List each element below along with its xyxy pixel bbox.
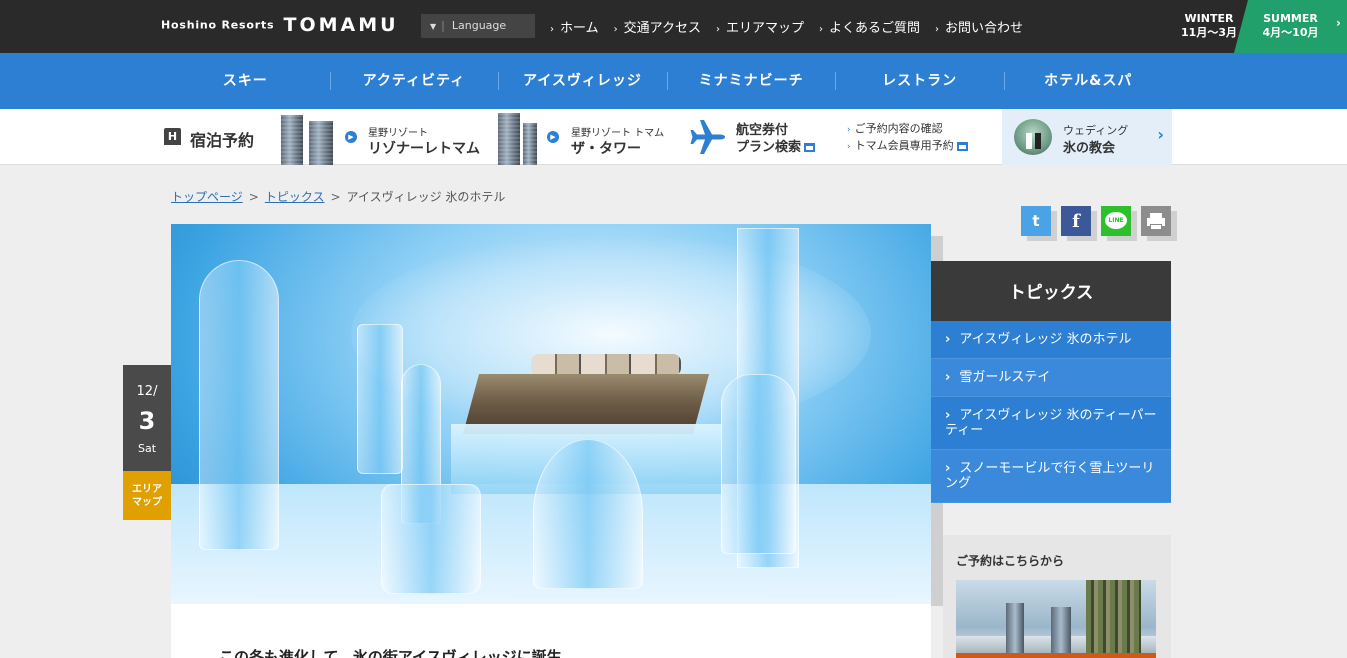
new-window-icon xyxy=(804,143,816,152)
risonare-tower-image xyxy=(281,115,303,165)
topic-item-ice-hotel[interactable]: › アイスヴィレッジ 氷のホテル xyxy=(931,321,1171,359)
reservation-links: › ご予約内容の確認 › トマム会員専用予約 xyxy=(847,121,968,155)
breadcrumb: トップページ > トピックス > アイスヴィレッジ 氷のホテル xyxy=(171,190,506,204)
wedding-title: 氷の教会 xyxy=(1063,141,1116,156)
main-nav-ski[interactable]: スキー xyxy=(161,53,330,109)
logo-name: TOMAMU xyxy=(283,14,399,36)
main-nav-ice-village[interactable]: アイスヴィレッジ xyxy=(498,53,667,109)
date-tag: 12/ 3 Sat xyxy=(123,365,171,471)
season-summer-months: 4月〜10月 xyxy=(1262,26,1319,39)
chevron-right-icon: › xyxy=(1336,16,1341,30)
main-nav-restaurant[interactable]: レストラン xyxy=(835,53,1004,109)
topic-item-ice-tea-party[interactable]: › アイスヴィレッジ 氷のティーパーティー xyxy=(931,397,1171,450)
twitter-share-button[interactable]: t xyxy=(1021,206,1051,236)
arrow-right-icon: › xyxy=(847,125,851,135)
chevron-right-icon: › xyxy=(945,408,951,423)
airplane-icon xyxy=(690,120,725,154)
facebook-share-button[interactable]: f xyxy=(1061,206,1091,236)
article-body: この冬も進化して、氷の街アイスヴィレッジに誕生 xyxy=(171,604,931,658)
chevron-right-icon: › xyxy=(945,332,951,347)
topic-item-snow-girl[interactable]: › 雪ガールステイ xyxy=(931,359,1171,397)
main-nav-hotel-spa[interactable]: ホテル&スパ xyxy=(1003,53,1173,109)
new-window-icon xyxy=(956,141,968,151)
date-month: 12/ xyxy=(136,384,158,399)
logo-brand: Hoshino Resorts xyxy=(161,18,275,32)
breadcrumb-topics[interactable]: トピックス xyxy=(265,190,325,204)
chevron-right-icon: › xyxy=(1157,125,1164,144)
arrow-circle-icon: ▶ xyxy=(345,131,357,143)
language-select[interactable]: ▼ | Language xyxy=(421,14,535,38)
wedding-label: ウェディング xyxy=(1063,124,1129,137)
main-nav-minami-beach[interactable]: ミナミナビーチ xyxy=(666,53,836,109)
the-tower-image-2 xyxy=(523,123,537,165)
topic-item-snowmobile[interactable]: › スノーモービルで行く雪上ツーリング xyxy=(931,450,1171,503)
breadcrumb-home[interactable]: トップページ xyxy=(171,190,243,204)
article-title: この冬も進化して、氷の街アイスヴィレッジに誕生 xyxy=(219,648,562,658)
arrow-right-icon: › xyxy=(935,24,940,35)
booking-bar: H 宿泊予約 ▶ 星野リゾート リゾナーレトマム ▶ 星野リゾート トマム ザ・… xyxy=(0,109,1347,165)
facebook-icon: f xyxy=(1072,211,1080,232)
arrow-right-icon: › xyxy=(613,24,618,35)
arrow-right-icon: › xyxy=(550,24,554,35)
arrow-right-icon: › xyxy=(847,142,851,152)
hotel-risonare-name: リゾナーレトマム xyxy=(368,141,480,157)
caret-down-icon: ▼ xyxy=(430,22,437,31)
top-bar: Hoshino Resorts TOMAMU ▼ | Language › ホーム ›… xyxy=(0,0,1347,53)
air-plan-line2: プラン検索 xyxy=(736,140,802,155)
reservation-title: ご予約はこちらから xyxy=(956,554,1065,568)
main-nav-activity[interactable]: アクティビティ xyxy=(329,53,499,109)
main-nav: スキー アクティビティ アイスヴィレッジ ミナミナビーチ レストラン ホテル&ス… xyxy=(0,53,1347,109)
twitter-icon: t xyxy=(1032,212,1040,230)
topics-list: › アイスヴィレッジ 氷のホテル › 雪ガールステイ › アイスヴィレッジ 氷のティー… xyxy=(931,321,1171,503)
utility-nav: › ホーム › 交通アクセス › エリアマップ › よくあるご質問 › お問い合わせ xyxy=(550,17,1038,36)
the-tower-image xyxy=(498,113,520,165)
breadcrumb-current: アイスヴィレッジ 氷のホテル xyxy=(346,190,506,204)
nav-access-link[interactable]: › 交通アクセス xyxy=(614,17,701,36)
topics-heading: トピックス xyxy=(931,261,1171,321)
air-plan-line1: 航空券付 xyxy=(736,123,789,138)
area-map-button[interactable]: エリア マップ xyxy=(123,471,171,520)
nav-areamap-link[interactable]: › エリアマップ xyxy=(716,17,804,36)
wedding-link[interactable]: ウェディング 氷の教会 › xyxy=(1002,109,1172,165)
print-button[interactable] xyxy=(1141,206,1171,236)
booking-label: 宿泊予約 xyxy=(190,131,255,150)
nav-contact-link[interactable]: › お問い合わせ xyxy=(935,17,1023,36)
season-summer-button[interactable]: SUMMER 4月〜10月 › xyxy=(1234,0,1347,53)
hotel-tower-name: ザ・タワー xyxy=(571,141,641,157)
member-reservation-link[interactable]: › トマム会員専用予約 xyxy=(847,138,968,155)
line-icon: LINE xyxy=(1105,212,1127,229)
season-summer-name: SUMMER xyxy=(1263,12,1318,25)
line-share-button[interactable]: LINE xyxy=(1101,206,1131,236)
nav-faq-link[interactable]: › よくあるご質問 xyxy=(819,17,920,36)
reservation-box: ご予約はこちらから xyxy=(943,535,1171,658)
risonare-tower-image-2 xyxy=(309,121,333,165)
arrow-right-icon: › xyxy=(715,24,720,35)
reservation-image[interactable] xyxy=(956,580,1156,658)
site-logo[interactable]: Hoshino Resorts TOMAMU xyxy=(161,14,399,36)
chevron-right-icon: › xyxy=(945,370,951,385)
nav-home-link[interactable]: › ホーム xyxy=(550,17,599,36)
language-label: Language xyxy=(451,19,507,32)
hotel-icon: H xyxy=(164,128,181,145)
date-day: 3 xyxy=(138,407,156,435)
hero-image-ice-hotel xyxy=(171,224,931,604)
arrow-circle-icon: ▶ xyxy=(547,131,559,143)
wedding-image xyxy=(1014,119,1052,155)
arrow-right-icon: › xyxy=(819,24,823,35)
chevron-right-icon: › xyxy=(945,461,951,476)
hotel-risonare-brand: 星野リゾート xyxy=(368,128,428,139)
reservation-check-link[interactable]: › ご予約内容の確認 xyxy=(847,121,968,138)
hotel-tower-brand: 星野リゾート トマム xyxy=(571,128,665,139)
date-weekday: Sat xyxy=(137,442,157,455)
